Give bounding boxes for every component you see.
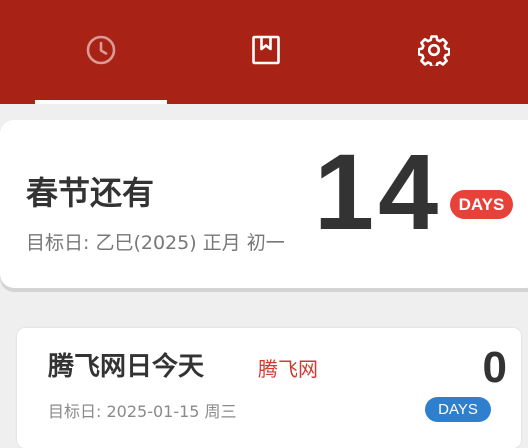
- gear-icon: [418, 35, 450, 66]
- event-brand-logo: 腾飞网: [258, 357, 318, 381]
- event-days-count: 0: [482, 343, 507, 392]
- event-days-badge: DAYS: [425, 397, 491, 422]
- event-target-date: 目标日: 2025-01-15 周三: [48, 402, 237, 421]
- tab-countdown[interactable]: [35, 34, 167, 104]
- event-card[interactable]: 腾飞网日今天 腾飞网 目标日: 2025-01-15 周三 0: [17, 328, 521, 448]
- featured-days-count: 14: [314, 131, 443, 252]
- top-app-bar: [0, 0, 528, 104]
- tab-bookmarks[interactable]: [200, 34, 332, 104]
- event-title: 腾飞网日今天: [48, 352, 205, 382]
- featured-days-badge: DAYS: [450, 190, 513, 219]
- featured-countdown-card[interactable]: 春节还有 目标日: 乙巳(2025) 正月 初一 14: [0, 120, 528, 288]
- tab-settings[interactable]: [368, 34, 500, 104]
- clock-icon: [86, 35, 116, 65]
- featured-target-date: 目标日: 乙巳(2025) 正月 初一: [26, 232, 285, 254]
- featured-event-title: 春节还有: [26, 174, 155, 212]
- bookmark-icon: [252, 35, 280, 65]
